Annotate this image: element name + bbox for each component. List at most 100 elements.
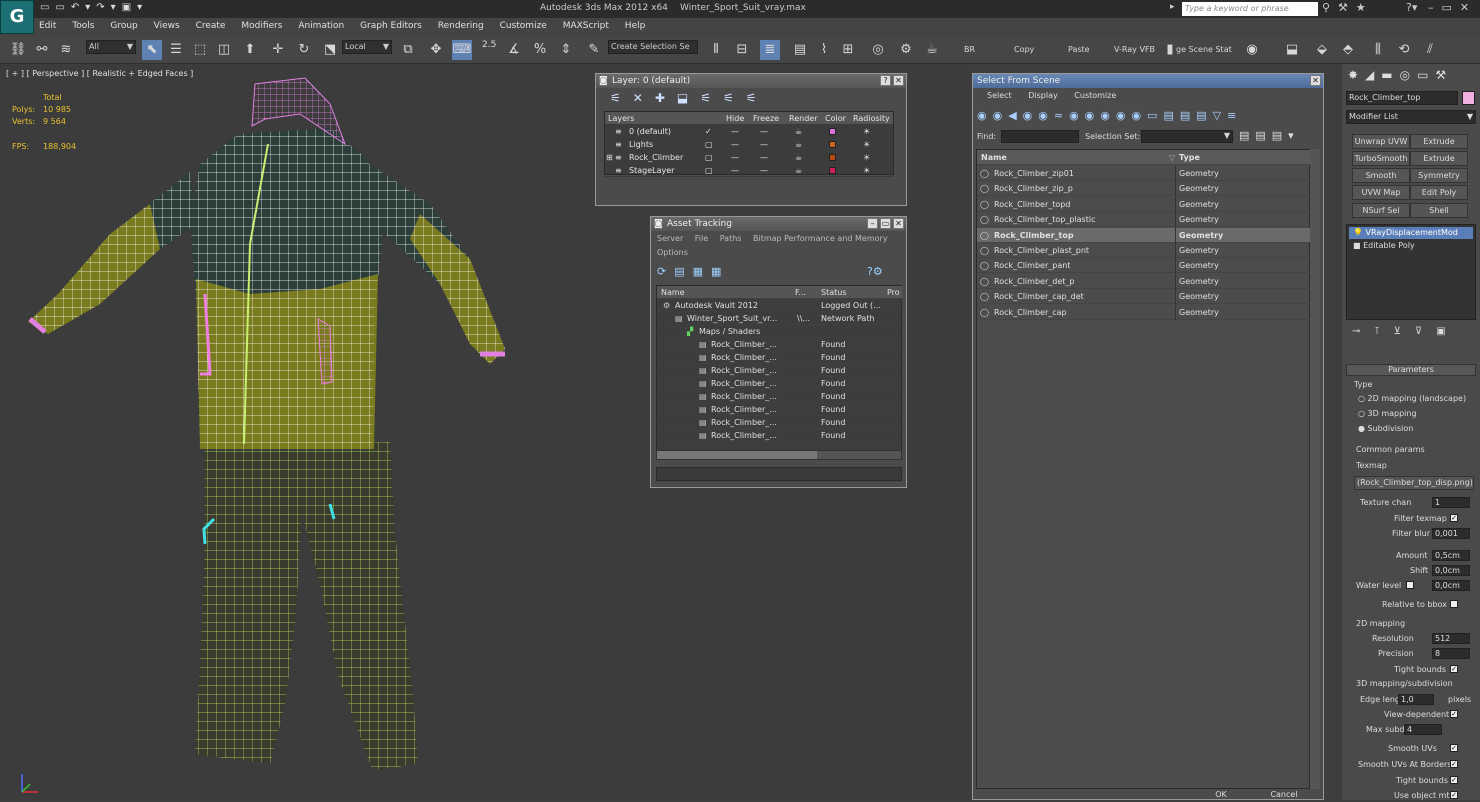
asset-toolbar[interactable]: ⟳▤▦▦: [657, 265, 747, 281]
asset-row[interactable]: ▤ Rock_Climber_... Found: [657, 364, 903, 377]
bind-spacewarp-icon[interactable]: ≋: [56, 40, 76, 60]
layer-color-swatch[interactable]: [829, 141, 836, 148]
radiosity-icon[interactable]: ☀: [863, 151, 870, 164]
select-move-icon[interactable]: ⬆: [240, 40, 260, 60]
col-pro[interactable]: Pro: [887, 286, 900, 299]
menu-item[interactable]: Tools: [65, 18, 100, 31]
close-icon[interactable]: ✕: [893, 218, 904, 229]
scene-row[interactable]: ◯ Rock_Climber_zip01 Geometry: [977, 166, 1311, 181]
close-icon[interactable]: ✕: [893, 75, 904, 86]
asset-help-icon[interactable]: ?⚙: [867, 265, 883, 278]
rect-selection-icon[interactable]: ⬚: [190, 40, 210, 60]
type-2d-radio[interactable]: ○ 2D mapping (landscape): [1358, 394, 1466, 403]
col-freeze[interactable]: Freeze: [753, 112, 779, 125]
spinner-snap-icon[interactable]: ⇕: [556, 40, 576, 60]
select-by-name-icon[interactable]: ☰: [166, 40, 186, 60]
window-controls[interactable]: –▭✕: [1428, 1, 1478, 14]
tool-c-icon[interactable]: ⬘: [1338, 40, 1358, 60]
reference-coord-dropdown[interactable]: Local ▼: [342, 40, 392, 54]
texmap-button[interactable]: (Rock_Climber_top_disp.png): [1354, 476, 1474, 490]
current-layer-radio[interactable]: ▢: [705, 151, 713, 164]
layer-color-swatch[interactable]: [829, 128, 836, 135]
radiosity-icon[interactable]: ☀: [863, 164, 870, 177]
filter-texmap-checkbox[interactable]: ✓: [1450, 514, 1458, 522]
pivot-icon[interactable]: ⧉: [398, 40, 418, 60]
hide-toggle[interactable]: —: [731, 125, 739, 138]
asset-row[interactable]: ▤ Rock_Climber_... Found: [657, 377, 903, 390]
unwrap-uvw-button[interactable]: Unwrap UVW: [1352, 134, 1410, 149]
symmetry-button[interactable]: Symmetry: [1410, 168, 1468, 183]
asset-menu-item[interactable]: Server: [657, 234, 683, 243]
asset-menu-item[interactable]: File: [695, 234, 708, 243]
layer-row[interactable]: ⊞ ≡ Rock_Climber ▢ — — ☕ ☀: [605, 151, 893, 164]
scene-row[interactable]: ◯ Rock_Climber_plast_pnt Geometry: [977, 243, 1311, 258]
water-level-spinner[interactable]: 0,0cm: [1432, 580, 1470, 591]
render-teapot-icon[interactable]: ☕: [795, 138, 802, 151]
stack-item[interactable]: ■ Editable Poly: [1349, 240, 1473, 252]
freeze-toggle[interactable]: —: [760, 138, 768, 151]
layer-row[interactable]: ≡ Lights ▢ — — ☕ ☀: [605, 138, 893, 151]
select-menu-item[interactable]: Select: [987, 91, 1012, 100]
asset-tracking-titlebar[interactable]: ◙ Asset Tracking – ▭ ✕: [651, 217, 906, 231]
current-layer-check[interactable]: ✓: [705, 125, 712, 138]
menu-item[interactable]: Help: [618, 18, 652, 31]
radiosity-icon[interactable]: ☀: [863, 138, 870, 151]
mirror-icon[interactable]: ⫴: [706, 40, 726, 60]
render-teapot-icon[interactable]: ☕: [795, 125, 802, 138]
current-layer-radio[interactable]: ▢: [705, 138, 713, 151]
selection-set-dropdown[interactable]: ▼: [1141, 130, 1233, 143]
type-3d-radio[interactable]: ○ 3D mapping: [1358, 409, 1417, 418]
layer-manager-icon[interactable]: ≣: [760, 40, 780, 60]
move-icon[interactable]: ✛: [268, 40, 288, 60]
menu-item[interactable]: Customize: [493, 18, 553, 31]
asset-row[interactable]: ▤ Rock_Climber_... Found: [657, 390, 903, 403]
edge-length-spinner[interactable]: 1,0: [1398, 694, 1434, 705]
asset-path-field[interactable]: [656, 467, 902, 481]
scene-row[interactable]: ◯ Rock_Climber_top_plastic Geometry: [977, 212, 1311, 228]
scale-icon[interactable]: ⬔: [320, 40, 340, 60]
infocenter-icons[interactable]: ⚲⚒★: [1322, 1, 1392, 17]
freeze-toggle[interactable]: —: [760, 151, 768, 164]
asset-row[interactable]: ▤ Winter_Sport_Suit_vr... \\... Network Pat…: [657, 312, 903, 325]
current-layer-radio[interactable]: ▢: [705, 164, 713, 177]
edit-named-sel-icon[interactable]: ✎: [584, 40, 604, 60]
curve-editor-icon[interactable]: ⌇: [814, 40, 834, 60]
app-logo-icon[interactable]: G: [0, 0, 34, 34]
window-crossing-icon[interactable]: ◫: [214, 40, 234, 60]
shift-spinner[interactable]: 0,0cm: [1432, 565, 1470, 576]
col-render[interactable]: Render: [789, 112, 817, 125]
hide-toggle[interactable]: —: [731, 138, 739, 151]
asset-row[interactable]: ▤ Rock_Climber_... Found: [657, 403, 903, 416]
texture-chan-spinner[interactable]: 1: [1432, 497, 1470, 508]
object-name-input[interactable]: Rock_Climber_top: [1346, 91, 1458, 105]
scene-row[interactable]: ◯ Rock_Climber_pant Geometry: [977, 258, 1311, 274]
scene-row[interactable]: ◯ Rock_Climber_top Geometry: [977, 227, 1311, 243]
col-layers[interactable]: Layers: [608, 112, 634, 125]
menu-item[interactable]: Edit: [32, 18, 62, 31]
col-radiosity[interactable]: Radiosity: [853, 112, 890, 125]
menu-item[interactable]: Group: [103, 18, 143, 31]
freeze-toggle[interactable]: —: [760, 125, 768, 138]
scene-row[interactable]: ◯ Rock_Climber_zip_p Geometry: [977, 181, 1311, 197]
scene-row[interactable]: ◯ Rock_Climber_det_p Geometry: [977, 273, 1311, 289]
bulb-icon[interactable]: 💡: [1353, 228, 1363, 237]
col-status[interactable]: Status: [821, 286, 847, 299]
object-color-swatch[interactable]: [1462, 91, 1475, 105]
layer-row[interactable]: ≡ StageLayer ▢ — — ☕ ☀: [605, 164, 893, 177]
uvw-map-button[interactable]: UVW Map: [1352, 185, 1410, 200]
material-editor-icon[interactable]: ◎: [868, 40, 888, 60]
scene-row[interactable]: ◯ Rock_Climber_cap Geometry: [977, 304, 1311, 320]
scene-row[interactable]: ◯ Rock_Climber_topd Geometry: [977, 196, 1311, 212]
snap-angle-label[interactable]: 2.5: [482, 40, 496, 50]
close-icon[interactable]: ✕: [1310, 75, 1321, 86]
radiosity-icon[interactable]: ☀: [863, 125, 870, 138]
resolution-spinner[interactable]: 512: [1432, 633, 1470, 644]
menu-item[interactable]: Rendering: [431, 18, 490, 31]
asset-menu-options[interactable]: Options: [657, 248, 688, 257]
stack-tools[interactable]: ⊸⊺⊻⊽▣: [1352, 326, 1478, 342]
unlink-icon[interactable]: ⚯: [32, 40, 52, 60]
hide-toggle[interactable]: —: [731, 151, 739, 164]
layer-name[interactable]: Lights: [629, 138, 653, 151]
tool-e-icon[interactable]: ⟲: [1394, 40, 1414, 60]
menu-item[interactable]: MAXScript: [556, 18, 615, 31]
